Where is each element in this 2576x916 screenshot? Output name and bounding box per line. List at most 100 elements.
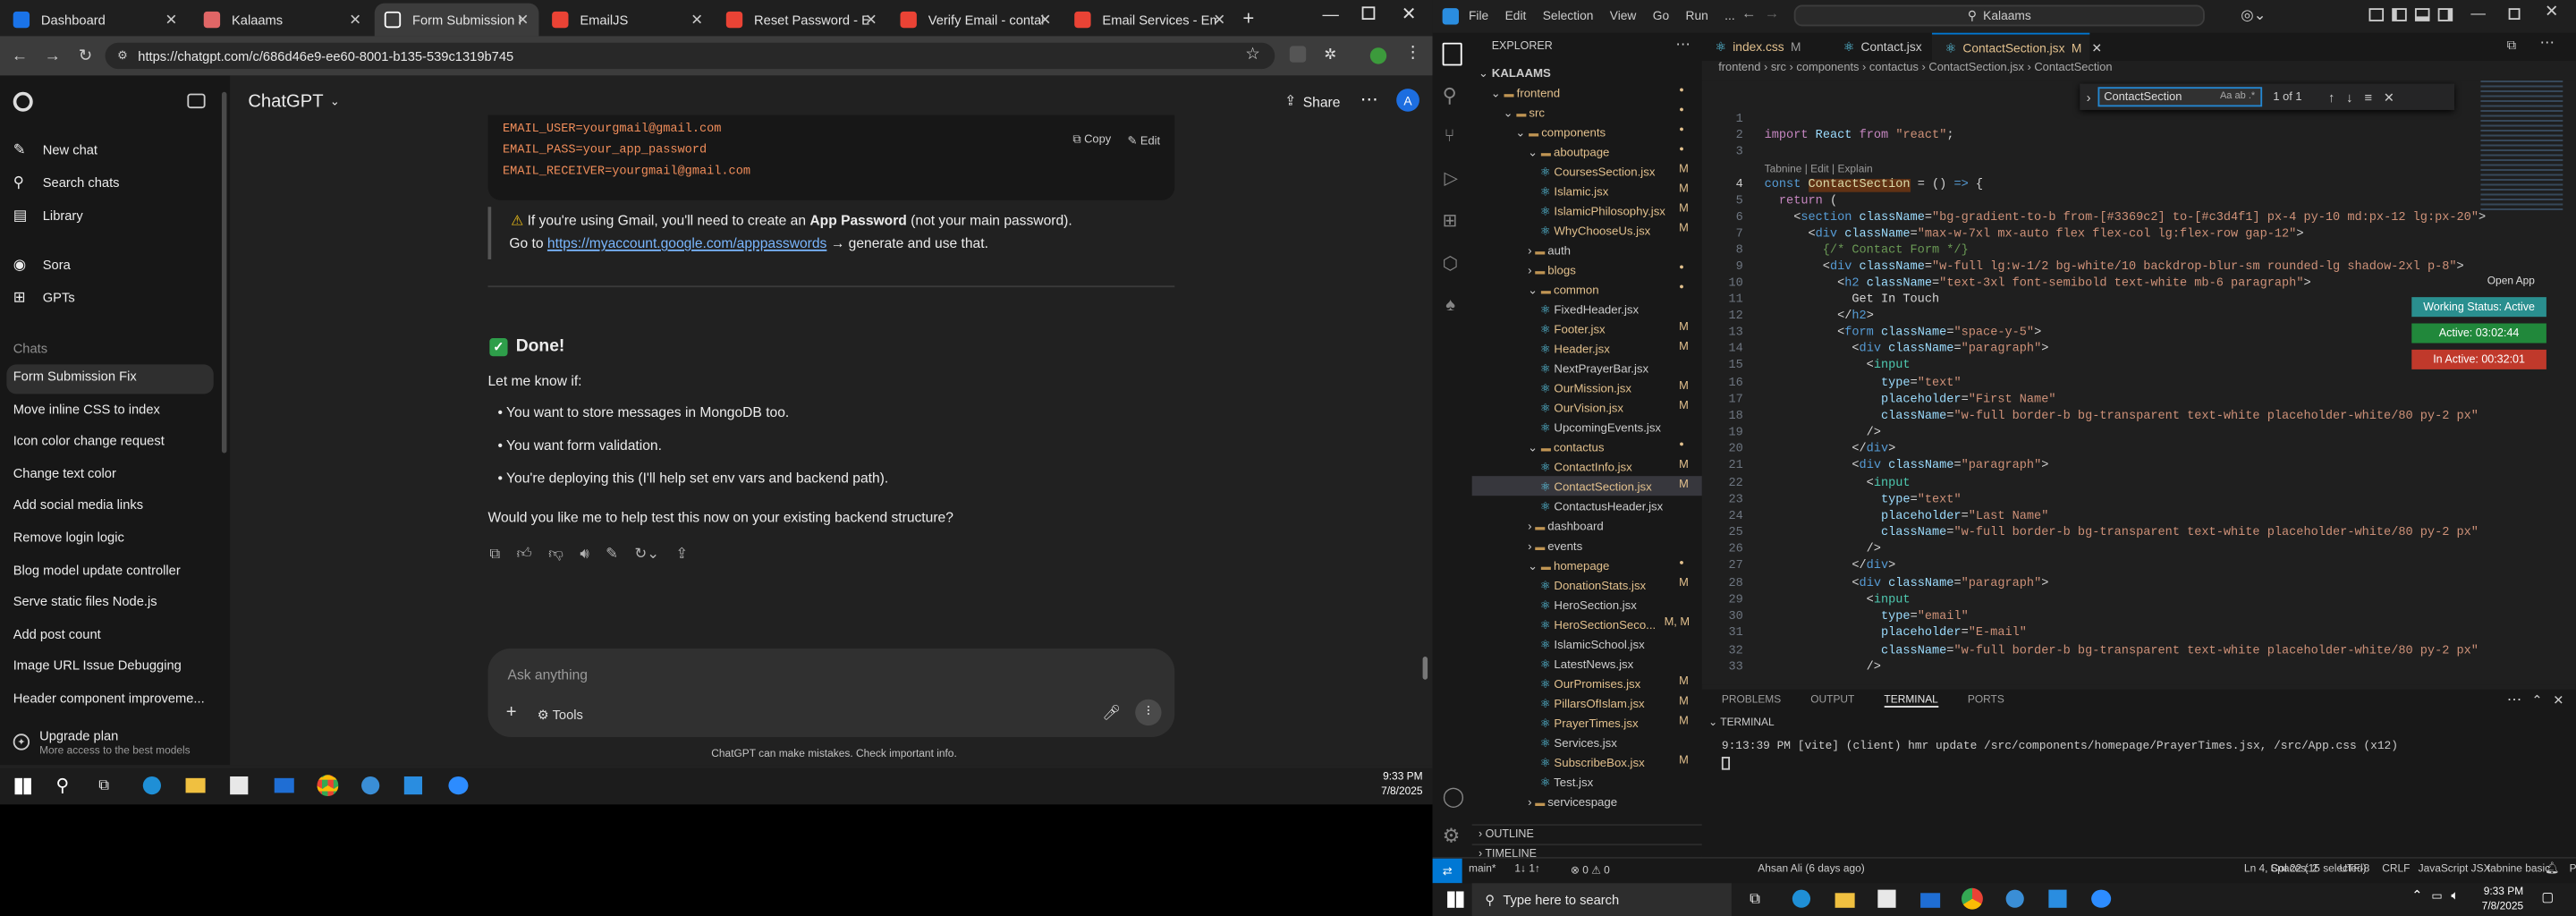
zoom-icon[interactable] xyxy=(448,776,469,795)
thumbs-down-icon[interactable]: 👎︎ xyxy=(548,545,564,563)
next-match-icon[interactable]: ↓ xyxy=(2346,89,2352,105)
file-explorer-icon[interactable] xyxy=(1835,893,1855,908)
copy-code-button[interactable]: ⧉ Copy xyxy=(1072,134,1111,148)
maximize-icon[interactable] xyxy=(1361,6,1376,21)
tray-chevron-icon[interactable]: ⌃ xyxy=(2411,888,2422,903)
tools-button[interactable]: ⚙ Tools xyxy=(538,708,583,723)
edit-code-button[interactable]: ✎ Edit xyxy=(1128,134,1161,148)
close-tab-icon[interactable]: ✕ xyxy=(865,11,877,29)
extension-icon[interactable] xyxy=(1289,46,1307,63)
read-aloud-icon[interactable]: 🔊︎ xyxy=(580,545,589,563)
chrome-tab[interactable]: Kalaams ✕ xyxy=(194,4,371,37)
app-icon[interactable] xyxy=(361,776,380,795)
breadcrumb-item[interactable]: src xyxy=(1771,63,1786,74)
sidebar-item-new-chat[interactable]: ✎ New chat xyxy=(13,141,97,159)
tree-item[interactable]: ⌄ ▬ common xyxy=(1528,283,1598,298)
thumbs-up-icon[interactable]: 👍︎ xyxy=(517,545,532,563)
edge-icon[interactable] xyxy=(142,776,161,795)
avatar[interactable]: A xyxy=(1396,89,1419,112)
source-control-icon[interactable]: ⑂ xyxy=(1444,126,1454,146)
mail-icon[interactable] xyxy=(1920,893,1941,908)
upgrade-plan-icon[interactable]: ✦ xyxy=(13,734,30,751)
network-icon[interactable]: ▭ xyxy=(2431,890,2442,903)
edit-canvas-icon[interactable]: ✎ xyxy=(606,545,618,563)
app-icon[interactable] xyxy=(2005,889,2024,908)
menu-item[interactable]: Edit xyxy=(1505,8,1527,23)
zoom-icon[interactable] xyxy=(2091,889,2112,908)
vscode-taskbar-icon[interactable] xyxy=(2048,889,2067,908)
chrome-tab[interactable]: Email Services - Emaili✕ xyxy=(1064,4,1235,37)
nav-back-icon[interactable]: ← xyxy=(1741,5,1757,21)
app-passwords-link[interactable]: https://myaccount.google.com/apppassword… xyxy=(547,234,826,250)
close-tab-icon[interactable]: ✕ xyxy=(517,11,530,29)
tree-item[interactable]: ⚛ PrayerTimes.jsx xyxy=(1540,716,1639,731)
line-ending[interactable]: CRLF xyxy=(2382,863,2410,875)
breadcrumb-item[interactable]: contactus xyxy=(1869,63,1919,74)
site-info-icon[interactable]: ⚙ xyxy=(115,47,131,63)
extensions-puzzle-icon[interactable]: ✲ xyxy=(1324,46,1336,64)
encoding[interactable]: UTF-8 xyxy=(2339,863,2369,875)
notification-icon[interactable]: ▢ xyxy=(2541,890,2554,905)
task-view-icon[interactable]: ⧉ xyxy=(1750,890,1760,908)
language-mode[interactable]: JavaScript JSX xyxy=(2419,863,2491,875)
menu-item[interactable]: ... xyxy=(1724,8,1735,23)
outline-section[interactable]: › OUTLINE xyxy=(1471,824,1702,844)
store-icon[interactable] xyxy=(1877,889,1896,908)
taskbar-search[interactable]: ⚲ Type here to search xyxy=(1471,883,1732,916)
tree-item[interactable]: › ▬ events xyxy=(1528,539,1582,554)
more-actions-icon[interactable]: ⋯ xyxy=(1675,36,1690,54)
sidebar-item-gpts[interactable]: ⊞ GPTs xyxy=(13,289,75,307)
microphone-icon[interactable]: 🎤︎ xyxy=(1102,704,1121,722)
menu-item[interactable]: View xyxy=(1610,8,1637,23)
breadcrumb-item[interactable]: components xyxy=(1796,63,1859,74)
menu-item[interactable]: Selection xyxy=(1543,8,1594,23)
file-explorer-icon[interactable] xyxy=(185,777,206,793)
tree-item[interactable]: ⚛ IslamicPhilosophy.jsx xyxy=(1540,204,1665,219)
tree-item[interactable]: ⚛ ContactusHeader.jsx xyxy=(1540,499,1663,514)
close-tab-icon[interactable]: ✕ xyxy=(349,11,361,29)
share-message-icon[interactable]: ⇪ xyxy=(675,545,688,563)
tree-item[interactable]: › ▬ blogs xyxy=(1528,263,1576,278)
panel-tab[interactable]: PORTS xyxy=(1968,694,2004,708)
tree-item[interactable]: ⚛ Header.jsx xyxy=(1540,342,1610,357)
menu-item[interactable]: Run xyxy=(1686,8,1708,23)
chrome-tab[interactable]: Verify Email - contains✕ xyxy=(890,4,1061,37)
store-icon[interactable] xyxy=(230,776,249,795)
tabnine-status[interactable]: tabnine basic xyxy=(2487,863,2550,875)
chat-history-item[interactable]: Form Submission Fix xyxy=(13,369,137,385)
tree-item[interactable]: ⌄ ▬ homepage xyxy=(1528,558,1609,573)
tree-item[interactable]: ⚛ OurVision.jsx xyxy=(1540,401,1623,416)
more-options-icon[interactable]: ⋯ xyxy=(1360,89,1378,110)
back-icon[interactable]: ← xyxy=(6,43,32,69)
chrome-tab[interactable]: Form Submission Fix✕ xyxy=(374,3,539,37)
search-icon[interactable]: ⚲ xyxy=(55,775,69,796)
tree-item[interactable]: ⌄ ▬ src xyxy=(1504,105,1545,120)
problems-count[interactable]: ⊗ 0 ⚠ 0 xyxy=(1571,863,1610,877)
tree-item[interactable]: ⚛ NextPrayerBar.jsx xyxy=(1540,361,1648,377)
close-panel-icon[interactable]: ✕ xyxy=(2553,692,2563,708)
toggle-panel-icon[interactable] xyxy=(2414,8,2430,21)
share-button[interactable]: ⇪ Share xyxy=(1284,92,1340,110)
close-tab-icon[interactable]: ✕ xyxy=(1039,11,1052,29)
chat-history-item[interactable]: Image URL Issue Debugging xyxy=(13,659,182,674)
chrome-tab[interactable]: Dashboard ✕ xyxy=(4,4,188,37)
chrome-menu-icon[interactable]: ⋮ xyxy=(1404,45,1420,63)
forward-icon[interactable]: → xyxy=(39,43,65,69)
chat-history-item[interactable]: Add social media links xyxy=(13,498,143,513)
git-blame[interactable]: Ahsan Ali (6 days ago) xyxy=(1758,863,1864,875)
tree-item[interactable]: ⚛ ContactSection.jsx xyxy=(1540,479,1652,495)
tree-item[interactable]: ⚛ HeroSectionSeco... xyxy=(1540,617,1656,632)
vscode-taskbar-icon[interactable] xyxy=(403,776,423,795)
chat-history-item[interactable]: Remove login logic xyxy=(13,530,124,546)
bookmark-star-icon[interactable]: ☆ xyxy=(1245,46,1259,64)
chat-history-item[interactable]: Add post count xyxy=(13,627,101,642)
tree-item[interactable]: ⚛ UpcomingEvents.jsx xyxy=(1540,420,1661,436)
tree-item[interactable]: ⚛ HeroSection.jsx xyxy=(1540,598,1637,613)
tree-item[interactable]: ⚛ Services.jsx xyxy=(1540,735,1617,751)
chat-history-item[interactable]: Blog model update controller xyxy=(13,563,181,578)
sidebar-scrollbar[interactable] xyxy=(221,91,227,454)
chrome-tab[interactable]: EmailJS ✕ xyxy=(542,4,713,37)
explorer-files-icon[interactable] xyxy=(1442,42,1462,66)
tree-item[interactable]: ⌄ ▬ frontend xyxy=(1491,85,1560,100)
tree-item[interactable]: › ▬ dashboard xyxy=(1528,519,1604,534)
